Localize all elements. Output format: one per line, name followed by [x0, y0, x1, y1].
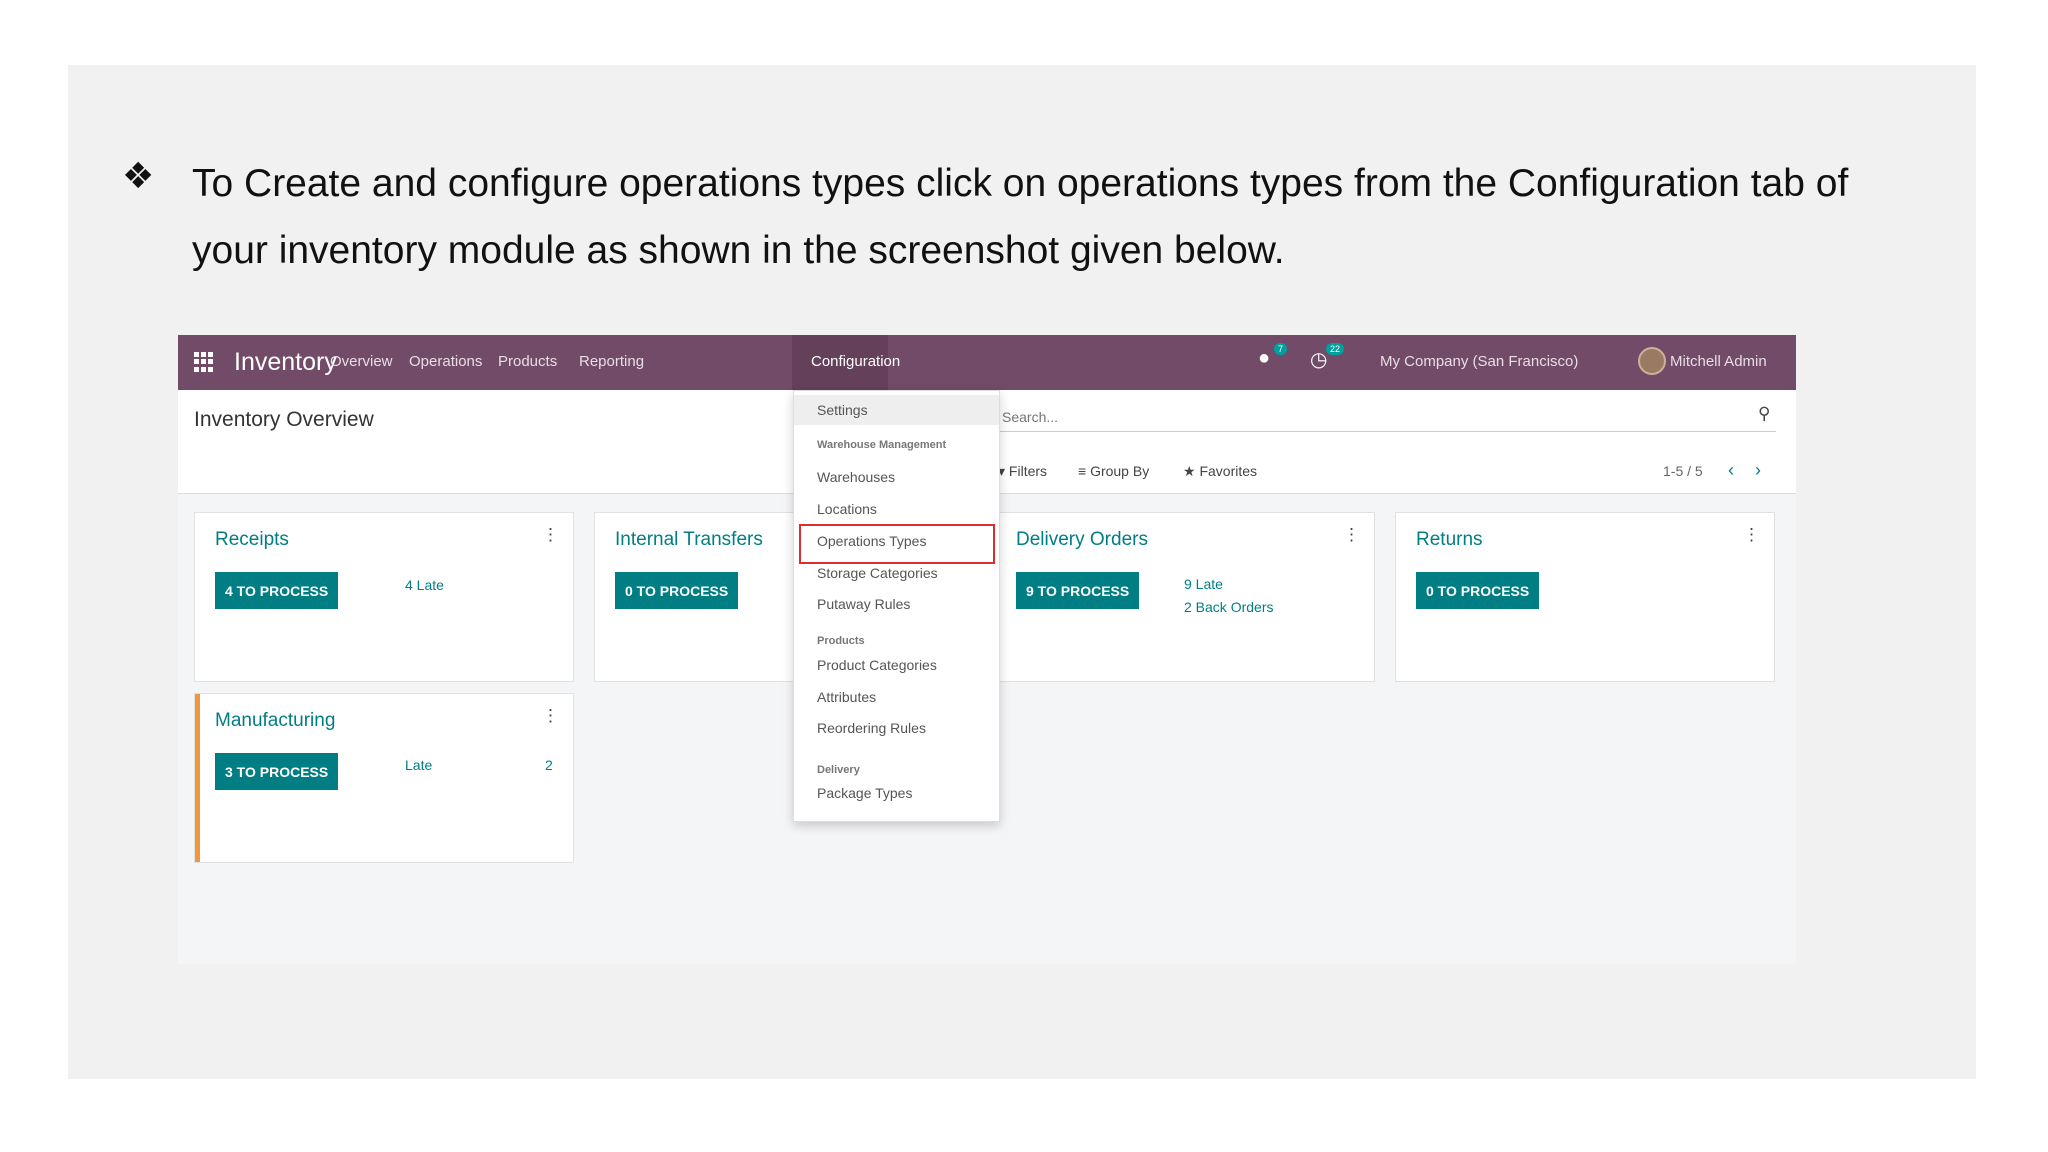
user-name[interactable]: Mitchell Admin — [1670, 353, 1767, 370]
dropdown-item-settings[interactable]: Settings — [817, 402, 868, 418]
card-delivery-orders: Delivery Orders ⋮ 9 TO PROCESS 9 Late 2 … — [995, 512, 1375, 682]
top-navbar: Inventory Overview Operations Products R… — [178, 335, 1796, 390]
menu-reporting[interactable]: Reporting — [579, 353, 644, 370]
pager-prev-icon[interactable]: ‹ — [1728, 460, 1734, 481]
late-link[interactable]: 9 Late — [1184, 576, 1223, 592]
dropdown-item-putaway-rules[interactable]: Putaway Rules — [817, 596, 910, 612]
bullet-icon: ❖ — [122, 156, 155, 197]
card-manufacturing: Manufacturing ⋮ 3 TO PROCESS Late 2 — [194, 693, 574, 863]
search-icon[interactable]: ⚲ — [1758, 404, 1770, 424]
filters-button[interactable]: ▾ Filters — [998, 463, 1047, 480]
activity-clock-icon[interactable]: ◷ 22 — [1310, 343, 1345, 377]
instruction-text: To Create and configure operations types… — [192, 162, 1849, 272]
kebab-menu-icon[interactable]: ⋮ — [542, 706, 559, 726]
dropdown-item-storage-categories[interactable]: Storage Categories — [817, 565, 938, 581]
to-process-button[interactable]: 3 TO PROCESS — [215, 753, 339, 790]
to-process-button[interactable]: 9 TO PROCESS — [1016, 572, 1140, 609]
user-avatar[interactable] — [1638, 347, 1666, 375]
card-title[interactable]: Delivery Orders — [1016, 529, 1148, 551]
kebab-menu-icon[interactable]: ⋮ — [1343, 525, 1360, 545]
operations-types-highlight — [799, 524, 995, 564]
late-count[interactable]: 2 — [545, 757, 553, 773]
chat-badge: 7 — [1274, 343, 1288, 355]
dropdown-header-warehouse: Warehouse Management — [817, 439, 947, 451]
dropdown-item-reordering-rules[interactable]: Reordering Rules — [817, 720, 926, 736]
dropdown-item-attributes[interactable]: Attributes — [817, 689, 876, 705]
apps-grid-icon[interactable] — [194, 352, 214, 372]
to-process-button[interactable]: 0 TO PROCESS — [1416, 572, 1540, 609]
late-indicator-bar — [195, 694, 200, 862]
card-returns: Returns ⋮ 0 TO PROCESS — [1395, 512, 1775, 682]
menu-configuration[interactable]: Configuration — [811, 353, 900, 370]
dropdown-item-product-categories[interactable]: Product Categories — [817, 657, 937, 673]
app-name[interactable]: Inventory — [234, 348, 337, 377]
card-title[interactable]: Manufacturing — [215, 710, 335, 732]
card-title[interactable]: Receipts — [215, 529, 289, 551]
menu-products[interactable]: Products — [498, 353, 557, 370]
back-orders-link[interactable]: 2 Back Orders — [1184, 599, 1273, 615]
search-input[interactable] — [996, 402, 1776, 432]
to-process-button[interactable]: 4 TO PROCESS — [215, 572, 339, 609]
group-by-button[interactable]: ≡ Group By — [1078, 463, 1149, 479]
menu-operations[interactable]: Operations — [409, 353, 482, 370]
to-process-button[interactable]: 0 TO PROCESS — [615, 572, 739, 609]
dropdown-item-package-types[interactable]: Package Types — [817, 785, 912, 801]
company-switcher[interactable]: My Company (San Francisco) — [1380, 353, 1578, 370]
late-link[interactable]: 4 Late — [405, 577, 444, 593]
late-link[interactable]: Late — [405, 757, 432, 773]
configuration-dropdown: Settings Warehouse Management Warehouses… — [793, 390, 1000, 822]
card-title[interactable]: Returns — [1416, 529, 1483, 551]
chat-icon[interactable]: ● 7 — [1258, 343, 1288, 377]
kebab-menu-icon[interactable]: ⋮ — [1743, 525, 1760, 545]
dropdown-header-delivery: Delivery — [817, 764, 860, 776]
card-title[interactable]: Internal Transfers — [615, 529, 763, 551]
card-receipts: Receipts ⋮ 4 TO PROCESS 4 Late — [194, 512, 574, 682]
kebab-menu-icon[interactable]: ⋮ — [542, 525, 559, 545]
activity-badge: 22 — [1326, 343, 1345, 355]
dropdown-header-products: Products — [817, 635, 865, 647]
menu-overview[interactable]: Overview — [330, 353, 393, 370]
dropdown-item-warehouses[interactable]: Warehouses — [817, 469, 895, 485]
pager-next-icon[interactable]: › — [1755, 460, 1761, 481]
favorites-button[interactable]: ★ Favorites — [1183, 463, 1257, 480]
odoo-screenshot: Inventory Overview Operations Products R… — [178, 335, 1796, 964]
pager-value[interactable]: 1-5 / 5 — [1663, 463, 1703, 479]
dropdown-item-locations[interactable]: Locations — [817, 501, 877, 517]
page-title: Inventory Overview — [194, 408, 374, 431]
